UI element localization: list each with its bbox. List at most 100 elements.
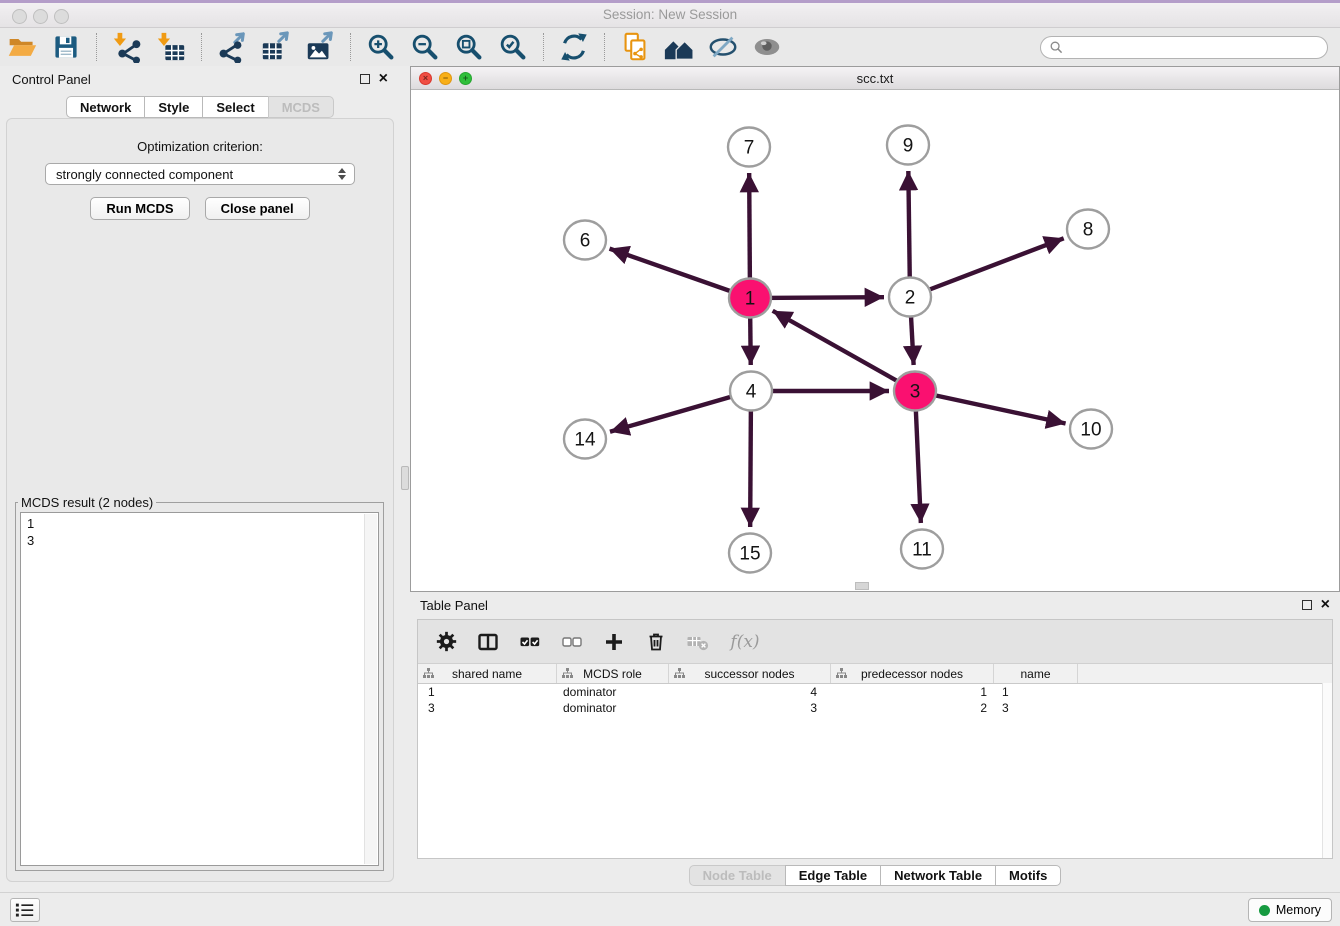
splitter-handle[interactable]: [401, 466, 409, 490]
graph-node-3[interactable]: 3: [894, 372, 936, 411]
search-box[interactable]: [1040, 36, 1328, 59]
houses-button[interactable]: [660, 30, 698, 64]
graph-edge-1-6[interactable]: [610, 249, 750, 298]
delete-table-button[interactable]: [686, 630, 710, 654]
import-network-button[interactable]: [108, 30, 146, 64]
network-zoom-button[interactable]: +: [459, 72, 472, 85]
network-canvas[interactable]: 7 9 6 8 1 2 4 3 14 10 15 11: [411, 90, 1339, 591]
export-network-icon: [216, 31, 248, 63]
vertical-splitter[interactable]: [400, 66, 410, 892]
cell-predecessor-nodes[interactable]: 2: [831, 701, 994, 715]
tab-select[interactable]: Select: [202, 96, 268, 118]
svg-text:14: 14: [574, 430, 596, 451]
table-header-row: shared name MCDS role successor nodes: [418, 664, 1332, 684]
graph-node-14[interactable]: 14: [564, 420, 606, 459]
refresh-view-button[interactable]: [555, 30, 593, 64]
graph-node-8[interactable]: 8: [1067, 210, 1109, 249]
network-minimize-button[interactable]: −: [439, 72, 452, 85]
graph-node-4[interactable]: 4: [730, 372, 772, 411]
optimization-criterion-select[interactable]: strongly connected component: [45, 163, 355, 185]
eye-slash-icon: [707, 31, 739, 63]
zoom-selected-button[interactable]: [494, 30, 532, 64]
cell-name[interactable]: 3: [994, 701, 1078, 715]
window-close-button[interactable]: [12, 9, 27, 24]
column-header-predecessor-nodes[interactable]: predecessor nodes: [831, 664, 994, 683]
tab-network[interactable]: Network: [66, 96, 145, 118]
tab-style[interactable]: Style: [144, 96, 203, 118]
cell-shared-name[interactable]: 1: [418, 685, 557, 699]
export-image-button[interactable]: [301, 30, 339, 64]
show-graphics-button[interactable]: [748, 30, 786, 64]
cell-successor-nodes[interactable]: 3: [669, 701, 831, 715]
function-builder-button[interactable]: f(x): [728, 630, 762, 654]
graph-node-11[interactable]: 11: [901, 530, 943, 569]
zoom-fit-button[interactable]: [450, 30, 488, 64]
control-panel-float-button[interactable]: [360, 74, 370, 84]
open-session-button[interactable]: [3, 30, 41, 64]
cell-predecessor-nodes[interactable]: 1: [831, 685, 994, 699]
column-header-successor-nodes[interactable]: successor nodes: [669, 664, 831, 683]
table-panel-close-button[interactable]: ×: [1321, 597, 1330, 613]
tab-motifs[interactable]: Motifs: [995, 865, 1061, 886]
cell-mcds-role[interactable]: dominator: [557, 685, 669, 699]
column-header-shared-name[interactable]: shared name: [418, 664, 557, 683]
table-scrollbar[interactable]: [1322, 683, 1332, 858]
table-settings-button[interactable]: [434, 630, 458, 654]
network-window-controls: × − +: [419, 72, 472, 85]
run-mcds-button[interactable]: Run MCDS: [90, 197, 189, 220]
tab-edge-table[interactable]: Edge Table: [785, 865, 881, 886]
column-header-name[interactable]: name: [994, 664, 1078, 683]
column-header-mcds-role[interactable]: MCDS role: [557, 664, 669, 683]
cell-mcds-role[interactable]: dominator: [557, 701, 669, 715]
graph-node-1[interactable]: 1: [729, 279, 771, 318]
graph-edge-3-1[interactable]: [773, 311, 915, 391]
graph-node-7[interactable]: 7: [728, 128, 770, 167]
graph-node-9[interactable]: 9: [887, 126, 929, 165]
network-graph[interactable]: 7 9 6 8 1 2 4 3 14 10 15 11: [411, 90, 1339, 592]
control-panel-close-button[interactable]: ×: [379, 71, 388, 87]
horizontal-splitter-handle[interactable]: [855, 582, 869, 590]
svg-text:15: 15: [739, 544, 760, 565]
export-table-button[interactable]: [257, 30, 295, 64]
cell-shared-name[interactable]: 3: [418, 701, 557, 715]
graph-node-2[interactable]: 2: [889, 278, 931, 317]
show-column-panel-button[interactable]: [476, 630, 500, 654]
table-row[interactable]: 3 dominator 3 2 3: [418, 700, 1332, 716]
window-controls: [12, 9, 69, 24]
cell-successor-nodes[interactable]: 4: [669, 685, 831, 699]
graph-node-6[interactable]: 6: [564, 221, 606, 260]
memory-button[interactable]: Memory: [1248, 898, 1332, 922]
result-scrollbar[interactable]: [364, 514, 377, 864]
unselect-all-columns-button[interactable]: [560, 630, 584, 654]
import-table-button[interactable]: [152, 30, 190, 64]
select-all-columns-button[interactable]: [518, 630, 542, 654]
zoom-in-button[interactable]: [362, 30, 400, 64]
tab-node-table[interactable]: Node Table: [689, 865, 786, 886]
export-table-icon: [260, 31, 292, 63]
cell-name[interactable]: 1: [994, 685, 1078, 699]
mcds-result-line: 1: [21, 515, 378, 532]
hide-graphics-button[interactable]: [704, 30, 742, 64]
export-network-button[interactable]: [213, 30, 251, 64]
save-session-button[interactable]: [47, 30, 85, 64]
tab-network-table[interactable]: Network Table: [880, 865, 996, 886]
tab-mcds[interactable]: MCDS: [268, 96, 334, 118]
window-minimize-button[interactable]: [33, 9, 48, 24]
network-close-button[interactable]: ×: [419, 72, 432, 85]
graph-node-10[interactable]: 10: [1070, 410, 1112, 449]
window-zoom-button[interactable]: [54, 9, 69, 24]
zoom-out-button[interactable]: [406, 30, 444, 64]
graph-edge-3-10[interactable]: [915, 391, 1066, 424]
graph-node-15[interactable]: 15: [729, 534, 771, 573]
table-row[interactable]: 1 dominator 4 1 1: [418, 684, 1332, 700]
table-panel-float-button[interactable]: [1302, 600, 1312, 610]
task-history-button[interactable]: [10, 898, 40, 922]
search-input[interactable]: [1069, 39, 1318, 56]
mcds-result-textarea[interactable]: 1 3: [20, 512, 379, 866]
graph-edge-2-8[interactable]: [910, 238, 1064, 297]
copy-network-button[interactable]: [616, 30, 654, 64]
delete-columns-button[interactable]: [644, 630, 668, 654]
hierarchy-icon: [423, 668, 434, 679]
close-panel-button[interactable]: Close panel: [205, 197, 310, 220]
create-column-button[interactable]: [602, 630, 626, 654]
